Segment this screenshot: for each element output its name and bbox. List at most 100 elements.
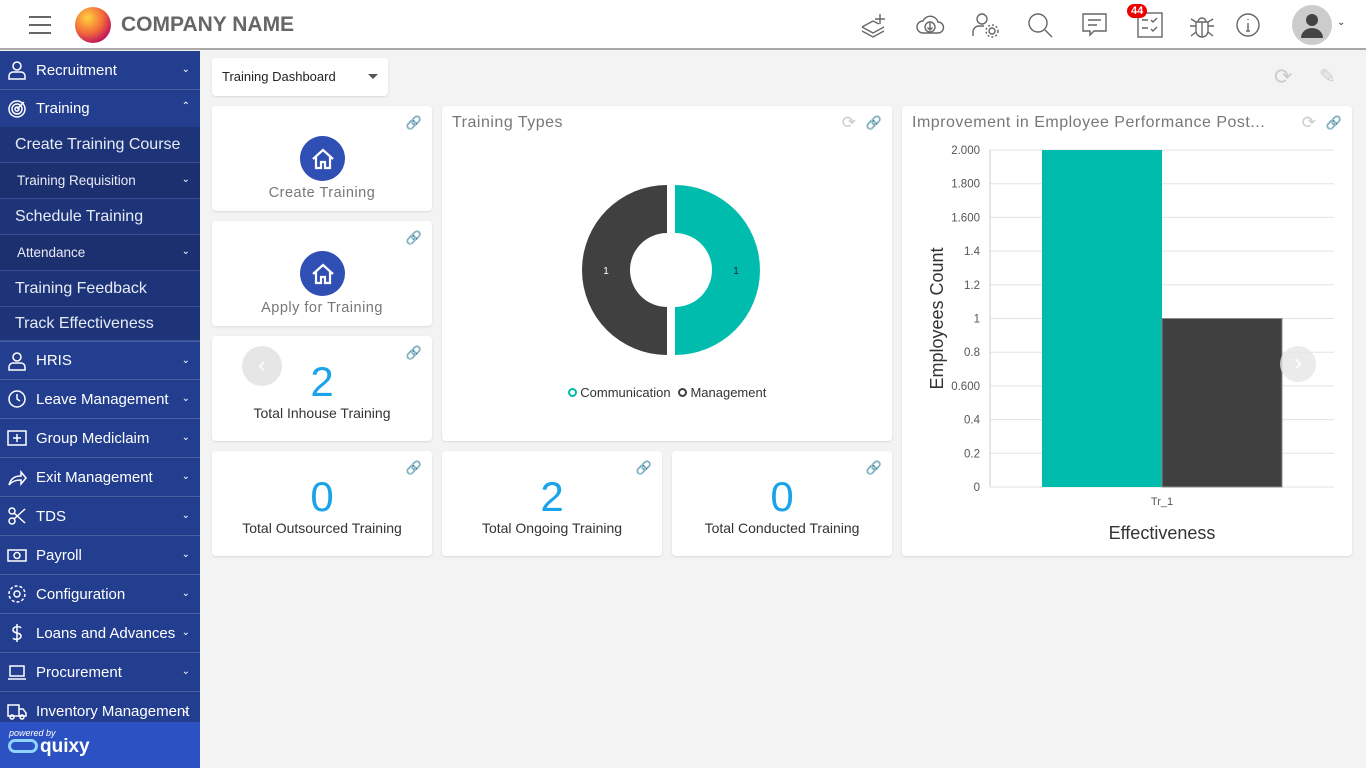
y-tick-label: 1.600 [951,212,980,224]
sidebar-subitem-create-training-course[interactable]: Create Training Course [0,127,200,163]
info-icon[interactable] [1233,10,1263,40]
sidebar-item-label: Training [36,100,90,117]
sidebar-item-label: Loans and Advances [36,624,176,642]
y-tick-label: 0.2 [964,448,980,460]
chat-icon[interactable] [1080,10,1110,40]
sidebar-item-tds[interactable]: TDS ⌄ [0,497,200,536]
training-types-card: Training Types ⟳ 🔗 11 Communication Mana… [442,106,892,441]
sidebar-item-group-mediclaim[interactable]: Group Mediclaim ⌄ [0,419,200,458]
create-training-label: Create Training [268,185,376,201]
apply-training-card[interactable]: 🔗 Apply for Training [212,221,432,326]
menu-icon[interactable] [29,16,51,34]
top-header: COMPANY NAME 44 ⌄ [0,0,1366,50]
search-icon[interactable] [1025,10,1055,40]
user-settings-icon[interactable] [970,10,1000,40]
legend-marker-icon [677,388,687,397]
outsourced-training-card: 🔗 0 Total Outsourced Training [212,451,432,556]
avatar[interactable] [1292,5,1332,45]
apply-training-label: Apply for Training [261,300,383,316]
donut-slice-communication [675,185,760,355]
layers-add-icon[interactable] [858,10,888,40]
sidebar-item-loans-and-advances[interactable]: Loans and Advances ⌄ [0,614,200,653]
dashboard-select[interactable]: Training Dashboard [212,58,388,96]
chevron-down-icon: ⌄ [181,666,190,677]
sidebar-item-label: Training Requisition [17,173,136,188]
chevron-down-icon: ⌄ [181,393,190,404]
sidebar-subitem-track-effectiveness[interactable]: Track Effectiveness [0,307,200,341]
chevron-down-icon: ⌄ [181,588,190,599]
home-icon [300,136,345,181]
y-tick-label: 2.000 [951,145,980,157]
user-icon [7,351,27,371]
sidebar-item-procurement[interactable]: Procurement ⌄ [0,653,200,692]
y-tick-label: 0.4 [964,415,981,427]
cloud-download-icon[interactable] [915,10,945,40]
legend-item-communication[interactable]: Communication [580,385,670,400]
carousel-next-button[interactable]: › [1280,346,1316,382]
sidebar-subitem-schedule-training[interactable]: Schedule Training [0,199,200,235]
chevron-down-icon: ⌄ [181,627,190,638]
conducted-training-card: 🔗 0 Total Conducted Training [672,451,892,556]
laptop-icon [7,662,27,682]
caret-down-icon [368,74,378,84]
sidebar-item-label: Inventory Management [36,702,190,720]
sidebar-item-exit-management[interactable]: Exit Management ⌄ [0,458,200,497]
home-icon [300,251,345,296]
ongoing-count: 2 [540,473,564,520]
chevron-down-icon: ⌄ [181,246,190,257]
bar-Tr_1-0 [1042,150,1162,487]
sidebar-item-payroll[interactable]: Payroll ⌄ [0,536,200,575]
ongoing-training-card: 🔗 2 Total Ongoing Training [442,451,662,556]
sidebar-item-label: Payroll [36,546,82,564]
sidebar-item-label: HRIS [36,352,72,369]
chevron-down-icon: ⌄ [181,471,190,482]
notification-badge: 44 [1127,4,1148,18]
bug-icon[interactable] [1187,10,1217,40]
chevron-down-icon: ⌄ [181,510,190,521]
truck-icon [7,701,27,721]
chevron-down-icon: ⌄ [181,174,190,185]
sidebar-item-label: Attendance [17,245,86,260]
sidebar-item-hris[interactable]: HRIS ⌄ [0,341,200,380]
create-training-card[interactable]: 🔗 Create Training [212,106,432,211]
y-tick-label: 0.8 [964,347,980,359]
chevron-down-icon: ⌄ [181,705,190,716]
chevron-down-icon: ⌄ [181,432,190,443]
scissors-icon [7,506,27,526]
y-tick-label: 1.2 [964,280,980,292]
medical-icon [7,428,27,448]
link-icon[interactable]: 🔗 [406,115,422,131]
sidebar-item-leave-management[interactable]: Leave Management ⌄ [0,380,200,419]
brand-name: quixy [40,736,90,757]
edit-icon[interactable]: ✎ [1319,64,1336,89]
legend-marker-icon [567,388,577,397]
sidebar-item-recruitment[interactable]: Recruitment ⌄ [0,51,200,90]
inhouse-label: Total Inhouse Training [253,405,391,421]
chevron-up-icon: ⌃ [181,101,190,112]
inhouse-count: 2 [310,358,334,405]
x-axis-label: Effectiveness [1109,523,1216,543]
y-tick-label: 0 [974,482,980,494]
sidebar-subitem-attendance[interactable]: Attendance ⌄ [0,235,200,271]
bar-Tr_1-1 [1161,318,1283,488]
refresh-icon[interactable]: ⟳ [1274,64,1292,90]
outsourced-label: Total Outsourced Training [242,520,402,536]
target-icon [7,99,27,119]
quixy-logo-icon [8,739,38,753]
sidebar-item-label: Leave Management [36,390,169,408]
legend-item-management[interactable]: Management [690,385,766,400]
dollar-icon [7,623,27,643]
y-tick-label: 1.800 [951,179,980,191]
sidebar-item-training[interactable]: Training ⌃ [0,90,200,127]
sidebar-item-label: TDS [36,507,66,525]
sidebar-subitem-training-feedback[interactable]: Training Feedback [0,271,200,307]
slice-label: 1 [603,266,609,277]
chevron-down-icon[interactable]: ⌄ [1337,17,1345,28]
link-icon[interactable]: 🔗 [406,230,422,246]
sidebar-item-configuration[interactable]: Configuration ⌄ [0,575,200,614]
bar-chart: 0 0.2 0.4 0.600 0.8 1 1.2 1.4 1.600 1.800 2.000 Tr_… [927,145,1334,543]
sidebar-item-label: Recruitment [36,61,117,79]
dashboard-select-value: Training Dashboard [222,69,336,84]
donut-slice-management [582,185,667,355]
sidebar-subitem-training-requisition[interactable]: Training Requisition ⌄ [0,163,200,199]
